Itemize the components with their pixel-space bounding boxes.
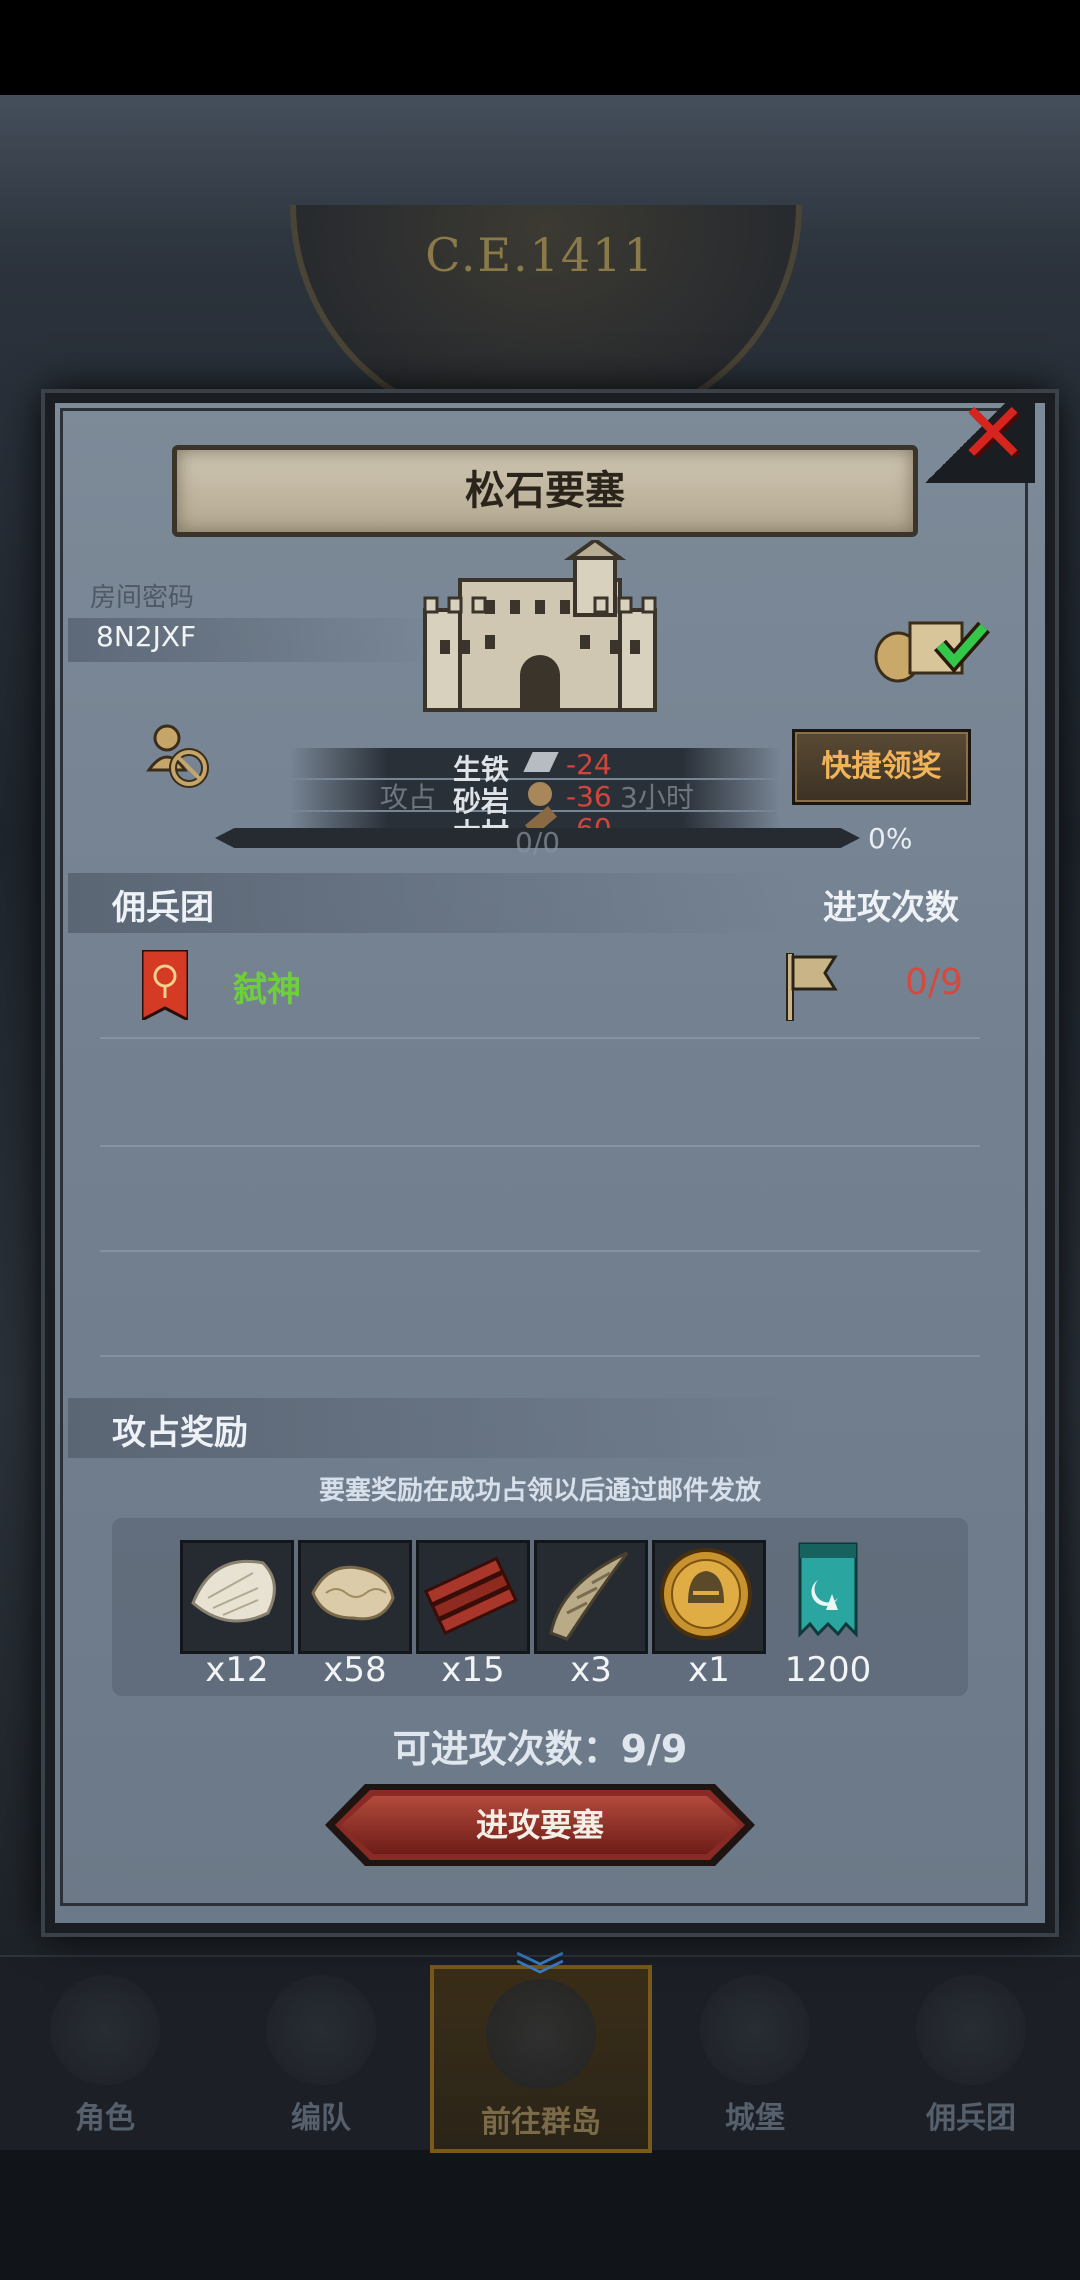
progress-percent: 0% [868, 822, 913, 855]
reward-count: x15 [441, 1650, 505, 1690]
reward-count: x1 [688, 1650, 730, 1690]
attack-fortress-button-label: 进攻要塞 [475, 1806, 604, 1844]
sandstone-icon [528, 782, 552, 806]
mercenary-name: 弑神 [233, 970, 301, 1010]
nav-label: 编队 [291, 2101, 351, 2136]
reward-description: 要塞奖励在成功占领以后通过邮件发放 [318, 1476, 761, 1506]
reward-count: x3 [570, 1650, 612, 1690]
bottom-strip [0, 2150, 1080, 2280]
mercenary-header-label: 佣兵团 [112, 888, 214, 928]
knight-icon [50, 1975, 160, 2085]
armor-icon [266, 1975, 376, 2085]
room-code-label: 房间密码 [90, 583, 195, 613]
nav-label: 前往群岛 [481, 2105, 601, 2140]
attack-count-header-label: 进攻次数 [823, 888, 959, 928]
reward-item-wood[interactable] [416, 1540, 530, 1654]
nav-item-character[interactable]: 角色 [0, 1965, 210, 2145]
overlay-ghost-text-duration: 3小时 [620, 781, 694, 814]
era-year-label: C.E.1411 [425, 228, 655, 282]
horn-icon [549, 1551, 629, 1641]
progress-ghost-count: 0/0 [515, 826, 561, 859]
tower-icon [916, 1975, 1026, 2085]
reward-count: x58 [323, 1650, 387, 1690]
close-icon: ✕ [957, 384, 1029, 482]
status-bar [0, 0, 1080, 95]
nav-item-mercenary[interactable]: 佣兵团 [866, 1965, 1076, 2145]
row-divider [100, 1037, 980, 1039]
quick-claim-button[interactable]: 快捷领奖 [792, 729, 971, 805]
overlay-ghost-text: 攻占 [380, 781, 437, 814]
castle-icon [700, 1975, 810, 2085]
nav-label: 佣兵团 [926, 2101, 1016, 2136]
nav-item-formation[interactable]: 编队 [216, 1965, 426, 2145]
remaining-attacks-label: 可进攻次数：9/9 [392, 1727, 688, 1771]
wool-fleece-icon [311, 1565, 395, 1621]
no-occupant-icon [146, 724, 209, 788]
row-divider [100, 1250, 980, 1252]
row-divider [100, 1355, 980, 1357]
claimed-resources-icon [874, 621, 990, 683]
reward-count: 1200 [784, 1650, 872, 1690]
reward-item-horn[interactable] [534, 1540, 648, 1654]
reward-item-fleece[interactable] [298, 1540, 412, 1654]
nav-item-castle[interactable]: 城堡 [650, 1965, 860, 2145]
reward-count: x12 [205, 1650, 269, 1690]
reward-item-helmet[interactable] [652, 1540, 766, 1654]
fortress-castle-icon [423, 540, 657, 712]
close-button[interactable]: ✕ [953, 391, 1033, 475]
nav-label: 角色 [75, 2101, 135, 2136]
knight-helmet-coin-icon [660, 1548, 752, 1640]
wood-planks-icon [423, 1556, 518, 1636]
row-divider [100, 1145, 980, 1147]
guild-banner-icon [798, 1542, 858, 1638]
room-code-value: 8N2JXF [96, 620, 197, 653]
attack-flag-icon [786, 953, 838, 1021]
resource-value-iron: -24 [566, 748, 612, 781]
guild-flag-icon [142, 950, 188, 1020]
reward-header-label: 攻占奖励 [112, 1413, 248, 1453]
mercenary-row[interactable] [100, 940, 980, 1035]
dialog-title: 松石要塞 [465, 468, 625, 514]
reward-item-guild-points[interactable] [778, 1540, 878, 1648]
fur-pelt-icon [191, 1559, 276, 1623]
reward-item-fur[interactable] [180, 1540, 294, 1654]
mercenary-attack-count: 0/9 [905, 962, 963, 1003]
nav-label: 城堡 [725, 2101, 785, 2136]
resource-value-sandstone: -36 [566, 780, 612, 813]
chevron-down-icon: ︾ [515, 1948, 565, 2006]
